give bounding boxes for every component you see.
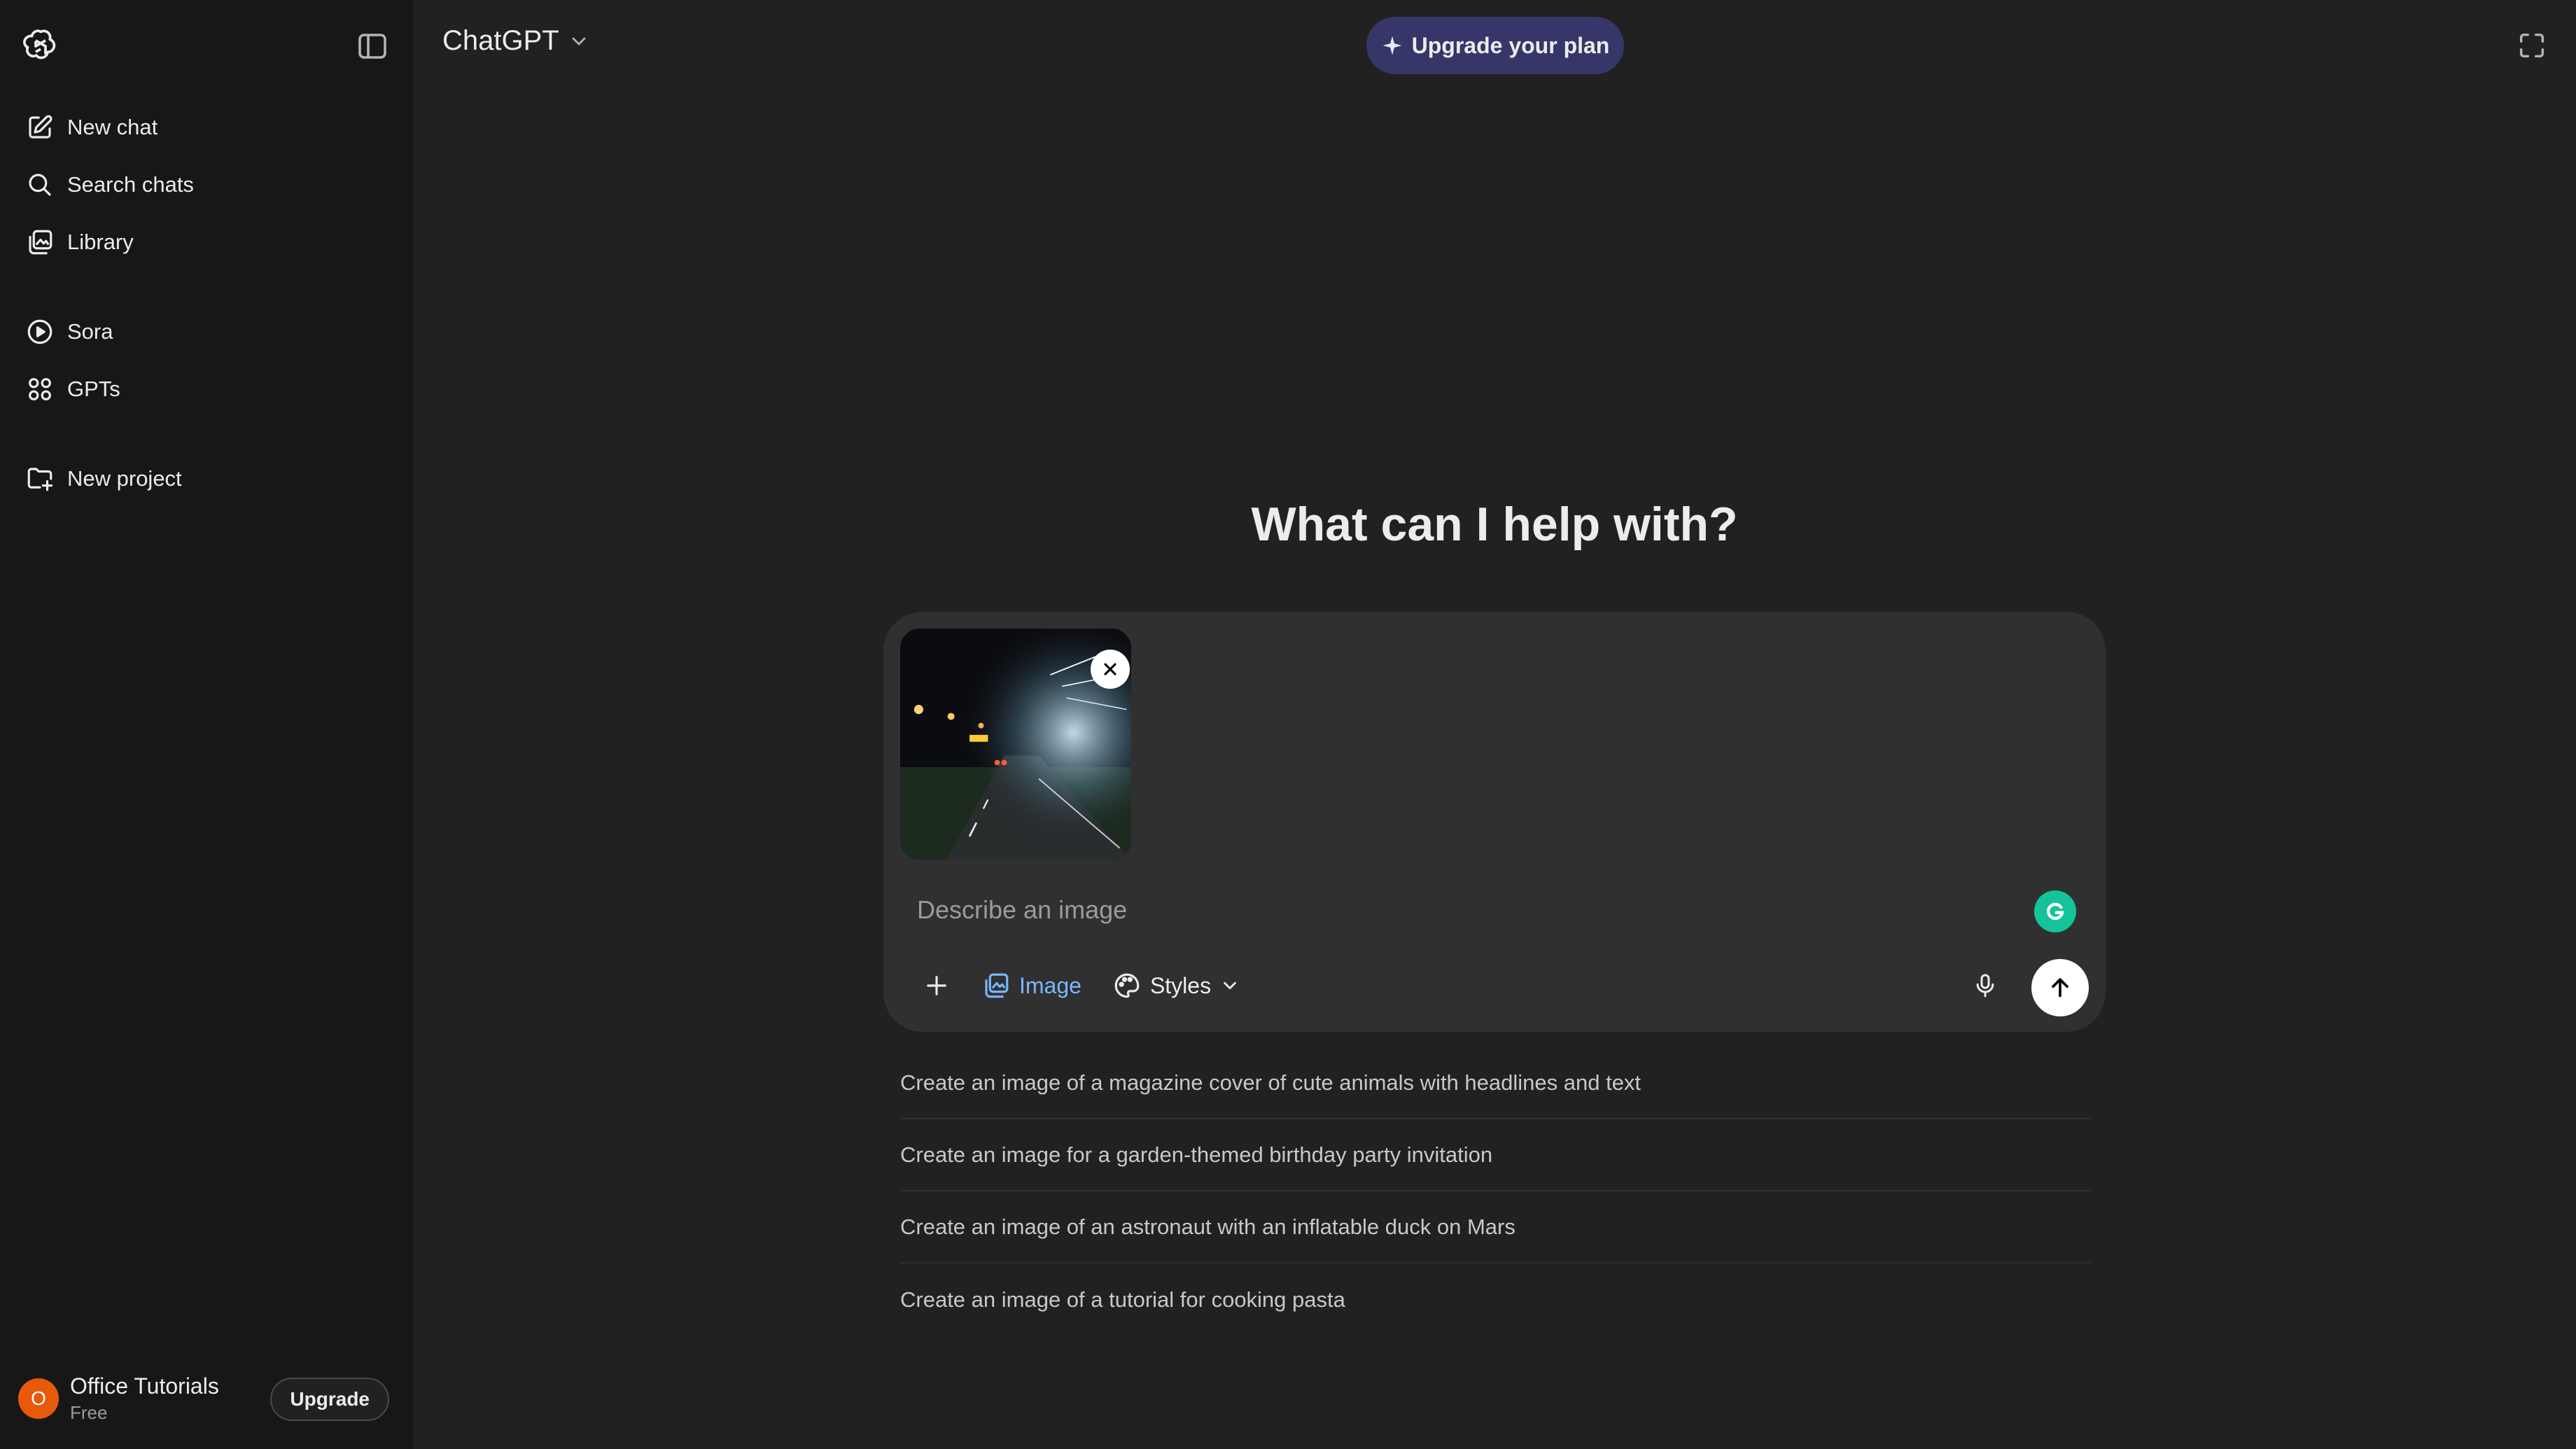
model-name: ChatGPT bbox=[442, 25, 559, 56]
suggestion-item[interactable]: Create an image of an astronaut with an … bbox=[900, 1191, 2090, 1264]
sidebar-item-new-chat[interactable]: New chat bbox=[14, 101, 392, 154]
composer-toolbar: Image Styles bbox=[911, 958, 1249, 1014]
account-info: Office Tutorials Free bbox=[70, 1373, 219, 1424]
fullscreen-icon[interactable] bbox=[2516, 29, 2548, 62]
suggestion-text: Create an image of a tutorial for cookin… bbox=[900, 1287, 1345, 1312]
prompt-composer: Image Styles bbox=[883, 612, 2106, 1032]
upgrade-button[interactable]: Upgrade bbox=[270, 1378, 389, 1421]
library-icon bbox=[25, 227, 55, 257]
sidebar-item-label: Library bbox=[67, 230, 134, 254]
suggestion-item[interactable]: Create an image of a magazine cover of c… bbox=[900, 1047, 2090, 1119]
sidebar-toggle-icon[interactable] bbox=[356, 29, 389, 63]
account-panel[interactable]: O Office Tutorials Free Upgrade bbox=[18, 1364, 389, 1434]
sidebar: New chat Search chats Library Sora GPTs … bbox=[0, 0, 413, 1449]
chevron-down-icon bbox=[568, 30, 590, 52]
sparkle-icon bbox=[1381, 34, 1404, 57]
play-circle-icon bbox=[25, 317, 55, 346]
sidebar-item-label: New chat bbox=[67, 115, 158, 139]
styles-label: Styles bbox=[1149, 972, 1212, 998]
page-title: What can I help with? bbox=[1251, 498, 1738, 551]
upgrade-plan-label: Upgrade your plan bbox=[1411, 32, 1610, 58]
sidebar-item-label: Sora bbox=[67, 319, 113, 344]
attach-button[interactable] bbox=[911, 960, 962, 1011]
upgrade-plan-button[interactable]: Upgrade your plan bbox=[1366, 17, 1624, 74]
account-name: Office Tutorials bbox=[70, 1373, 219, 1399]
compose-icon bbox=[25, 113, 55, 142]
styles-dropdown[interactable]: Styles bbox=[1104, 960, 1249, 1011]
sidebar-item-label: GPTs bbox=[67, 377, 120, 401]
suggestion-text: Create an image for a garden-themed birt… bbox=[900, 1142, 1493, 1167]
sidebar-item-label: New project bbox=[67, 466, 182, 491]
sidebar-item-new-project[interactable]: New project bbox=[14, 452, 392, 505]
grid-icon bbox=[25, 374, 55, 404]
app-window: New chat Search chats Library Sora GPTs … bbox=[0, 0, 2576, 1449]
account-plan: Free bbox=[70, 1402, 108, 1423]
suggestion-text: Create an image of an astronaut with an … bbox=[900, 1214, 1516, 1239]
microphone-button[interactable] bbox=[1961, 962, 2009, 1009]
openai-logo-icon[interactable] bbox=[21, 27, 60, 66]
sidebar-item-library[interactable]: Library bbox=[14, 216, 392, 269]
search-icon bbox=[25, 170, 55, 200]
sidebar-item-sora[interactable]: Sora bbox=[14, 305, 392, 358]
plus-icon bbox=[927, 976, 946, 995]
image-tool-label: Image bbox=[1019, 972, 1082, 998]
microphone-icon bbox=[1976, 974, 1994, 997]
image-icon bbox=[981, 971, 1011, 1000]
suggestion-text: Create an image of a magazine cover of c… bbox=[900, 1070, 1642, 1095]
chevron-down-icon bbox=[1219, 975, 1240, 996]
suggestion-list: Create an image of a magazine cover of c… bbox=[900, 1047, 2090, 1336]
image-tool-chip[interactable]: Image bbox=[973, 960, 1090, 1011]
palette-icon bbox=[1112, 971, 1142, 1000]
sidebar-item-label: Search chats bbox=[67, 172, 194, 197]
avatar[interactable]: O bbox=[18, 1378, 59, 1419]
main-content: ChatGPT Upgrade your plan What can I hel… bbox=[413, 0, 2576, 1449]
close-icon bbox=[1104, 663, 1116, 676]
sidebar-item-search-chats[interactable]: Search chats bbox=[14, 158, 392, 211]
send-button[interactable] bbox=[2031, 959, 2089, 1016]
suggestion-item[interactable]: Create an image of a tutorial for cookin… bbox=[900, 1264, 2090, 1336]
model-selector[interactable]: ChatGPT bbox=[442, 25, 590, 57]
suggestion-item[interactable]: Create an image for a garden-themed birt… bbox=[900, 1119, 2090, 1191]
folder-plus-icon bbox=[25, 464, 55, 493]
arrow-up-icon bbox=[2052, 978, 2068, 997]
sidebar-item-gpts[interactable]: GPTs bbox=[14, 363, 392, 416]
attached-image-thumbnail[interactable] bbox=[900, 629, 1131, 860]
grammarly-icon[interactable] bbox=[2034, 890, 2076, 932]
remove-image-button[interactable] bbox=[1091, 650, 1130, 689]
prompt-input[interactable] bbox=[917, 889, 1967, 931]
